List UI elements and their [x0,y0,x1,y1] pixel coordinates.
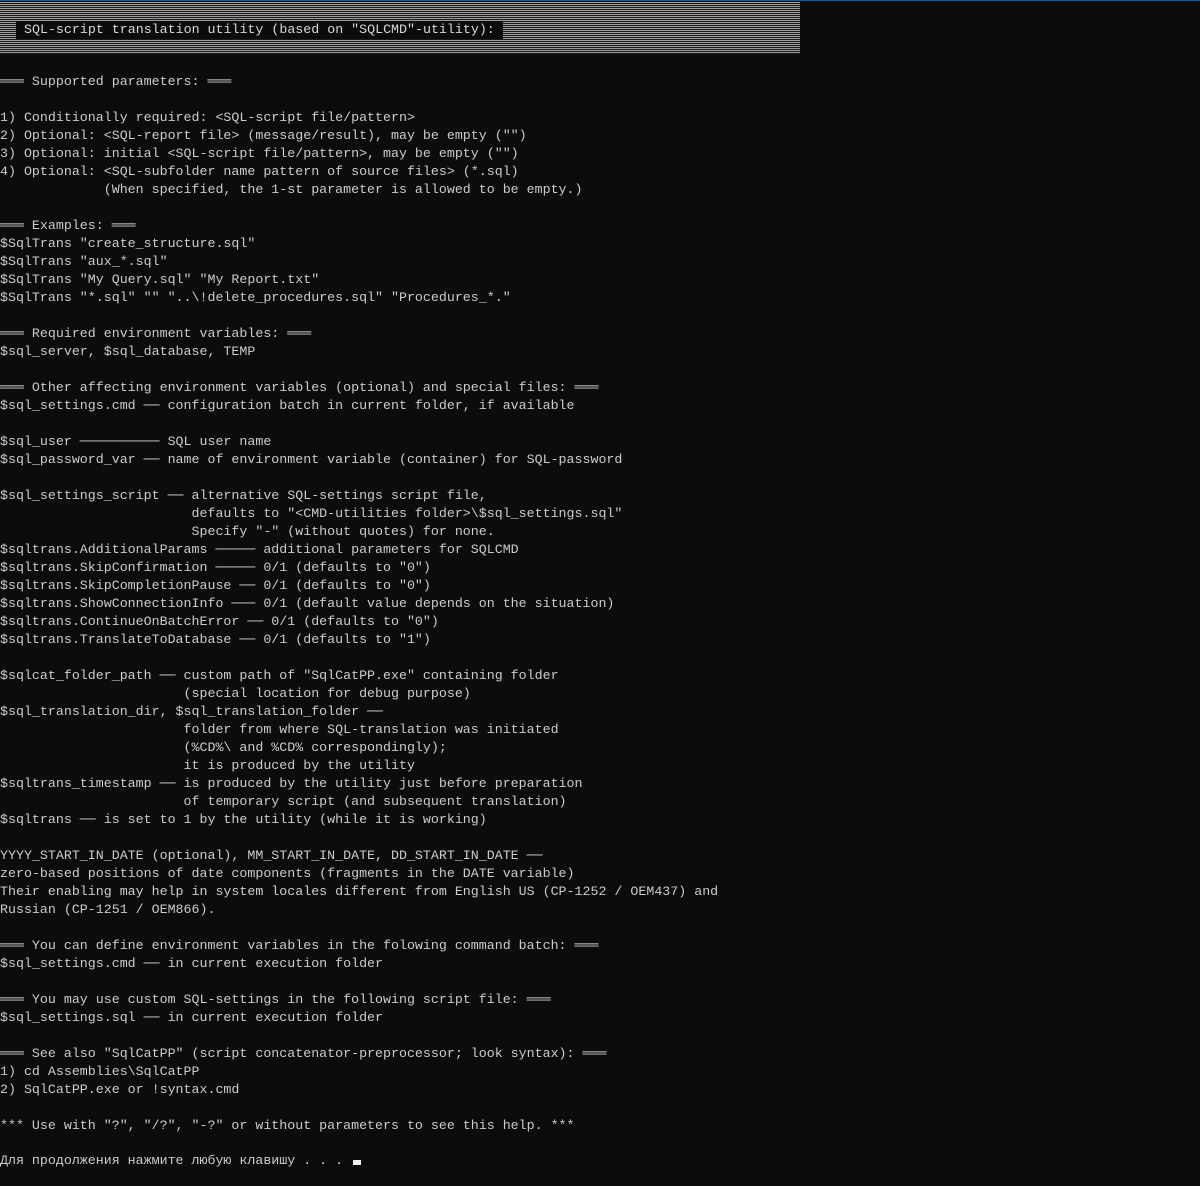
output-line: $sql_settings.cmd ── configuration batch… [0,398,575,413]
output-line: ═══ Other affecting environment variable… [0,380,599,395]
output-line [0,919,718,937]
output-line: $SqlTrans "*.sql" "" "..\!delete_procedu… [0,290,511,305]
output-line: folder from where SQL-translation was in… [0,722,559,737]
output-line: $sqltrans.SkipConfirmation ───── 0/1 (de… [0,560,431,575]
output-line: ═══ You can define environment variables… [0,938,599,953]
output-line: $sqlcat_folder_path ── custom path of "S… [0,668,559,683]
output-line [0,199,718,217]
window-top-border [0,0,1200,1]
output-line: $sqltrans.AdditionalParams ───── additio… [0,542,519,557]
output-line: it is produced by the utility [0,758,415,773]
output-line: $sql_settings_script ── alternative SQL-… [0,488,487,503]
output-line: zero-based positions of date components … [0,866,575,881]
output-line: ═══ See also "SqlCatPP" (script concaten… [0,1046,607,1061]
output-line [0,469,718,487]
output-line: *** Use with "?", "/?", "-?" or without … [0,1118,575,1133]
console-output: ═══ Supported parameters: ═══ 1) Conditio… [0,73,718,1135]
output-line: YYYY_START_IN_DATE (optional), MM_START_… [0,848,543,863]
console-window[interactable]: SQL-script translation utility (based on… [0,0,1200,1186]
output-line [0,1027,718,1045]
output-line: defaults to "<CMD-utilities folder>\$sql… [0,506,623,521]
output-line: $sqltrans.ContinueOnBatchError ── 0/1 (d… [0,614,439,629]
output-line: 2) Optional: <SQL-report file> (message/… [0,128,527,143]
output-line: $sqltrans.ShowConnectionInfo ─── 0/1 (de… [0,596,615,611]
output-line: $sql_server, $sql_database, TEMP [0,344,256,359]
output-line: (When specified, the 1-st parameter is a… [0,182,583,197]
output-line: ═══ Examples: ═══ [0,218,136,233]
header-banner: SQL-script translation utility (based on… [0,2,800,54]
output-line: $SqlTrans "aux_*.sql" [0,254,168,269]
output-line: 4) Optional: <SQL-subfolder name pattern… [0,164,519,179]
output-line: $sqltrans ── is set to 1 by the utility … [0,812,487,827]
output-line: Specify "-" (without quotes) for none. [0,524,495,539]
output-line [0,973,718,991]
output-line: ═══ Required environment variables: ═══ [0,326,312,341]
output-line [0,361,718,379]
output-line: of temporary script (and subsequent tran… [0,794,567,809]
output-line: (%CD%\ and %CD% correspondingly); [0,740,447,755]
output-line: $sql_settings.cmd ── in current executio… [0,956,384,971]
output-line: ═══ Supported parameters: ═══ [0,74,232,89]
output-line: 3) Optional: initial <SQL-script file/pa… [0,146,519,161]
output-line [0,415,718,433]
output-line: $sqltrans.TranslateToDatabase ── 0/1 (de… [0,632,431,647]
output-line: $sql_user ────────── SQL user name [0,434,272,449]
header-title: SQL-script translation utility (based on… [16,21,503,39]
output-line: Their enabling may help in system locale… [0,884,719,899]
output-line: 2) SqlCatPP.exe or !syntax.cmd [0,1082,240,1097]
output-line: 1) Conditionally required: <SQL-script f… [0,110,415,125]
output-line [0,649,718,667]
output-line: $SqlTrans "create_structure.sql" [0,236,256,251]
output-line [0,1099,718,1117]
output-line: $SqlTrans "My Query.sql" "My Report.txt" [0,272,320,287]
output-line: $sqltrans.SkipCompletionPause ── 0/1 (de… [0,578,431,593]
continue-prompt: Для продолжения нажмите любую клавишу . … [0,1152,362,1170]
output-line [0,91,718,109]
output-line: $sql_translation_dir, $sql_translation_f… [0,704,384,719]
output-line: 1) cd Assemblies\SqlCatPP [0,1064,200,1079]
output-line: $sql_password_var ── name of environment… [0,452,623,467]
output-line: Russian (CP-1251 / OEM866). [0,902,216,917]
output-line: ═══ You may use custom SQL-settings in t… [0,992,551,1007]
continue-prompt-text: Для продолжения нажмите любую клавишу . … [0,1153,352,1168]
output-line: $sqltrans_timestamp ── is produced by th… [0,776,583,791]
text-cursor [353,1160,362,1165]
output-line: $sql_settings.sql ── in current executio… [0,1010,384,1025]
output-line: (special location for debug purpose) [0,686,471,701]
output-line [0,829,718,847]
output-line [0,307,718,325]
